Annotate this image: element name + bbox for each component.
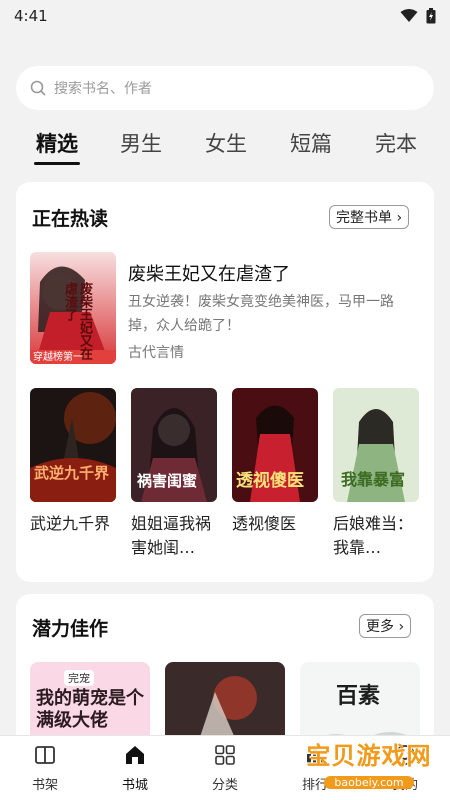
tab-selected[interactable]: 精选 [36,128,78,158]
watermark: 宝贝游戏网 baobeiy.com [294,736,444,789]
search-input[interactable]: 搜索书名、作者 [16,66,434,110]
book-item[interactable]: 武逆九千界 武逆九千界 [30,388,116,560]
book-cover-text: 百素 [336,684,381,709]
tab-male[interactable]: 男生 [120,128,162,158]
book-cover-text: 祸害闺蜜 [137,472,198,490]
section-title: 正在热读 [32,208,109,230]
featured-book-cover[interactable]: 废柴王妃又在虐渣了 穿越榜第一 [30,252,116,364]
book-cover-text: 我靠暴富 [341,470,406,489]
search-placeholder: 搜索书名、作者 [54,81,152,97]
nav-label: 分类 [211,778,238,793]
book-item[interactable]: 我靠暴富 后娘难当：我靠… [333,388,419,560]
book-cover-text: 我的萌宠是个满级大佬 [36,688,144,731]
book-title: 透视傻医 [232,514,297,533]
book-item[interactable]: 透视傻医 透视傻医 [232,388,318,560]
bookshelf-icon [35,746,55,764]
book-cover-text: 透视傻医 [236,471,304,491]
book-cover: 透视傻医 [232,388,318,502]
nav-label: 书架 [31,778,58,793]
book-cover: 祸害闺蜜 [131,388,217,502]
book-cover-text: 武逆九千界 [34,464,110,482]
search-icon [30,80,46,96]
tab-active-indicator [34,162,80,165]
book-cover: 武逆九千界 [30,388,116,502]
book-title: 武逆九千界 [30,514,111,533]
tab-completed[interactable]: 完本 [375,128,417,158]
book-title: 姐姐逼我祸害她闺… [131,514,212,557]
status-icons [400,8,436,24]
category-grid-icon [215,745,235,765]
book-cover-small-text: 完宠 [64,670,94,686]
tab-short[interactable]: 短篇 [290,128,332,158]
watermark-title: 宝贝游戏网 [306,742,432,770]
book-item[interactable]: 祸害闺蜜 姐姐逼我祸害她闺… [131,388,217,560]
wifi-icon [400,9,418,22]
nav-category[interactable]: 分类 [195,744,255,793]
more-button[interactable]: 更多 › [359,614,412,638]
tab-female[interactable]: 女生 [205,128,247,158]
full-booklist-button[interactable]: 完整书单 › [329,205,410,229]
nav-label: 书城 [121,778,148,793]
section-title: 潜力佳作 [32,618,109,640]
nav-bookstore[interactable]: 书城 [105,744,165,793]
battery-icon [426,8,436,24]
nav-bookshelf[interactable]: 书架 [15,744,75,793]
featured-book-title[interactable]: 废柴王妃又在虐渣了 [128,260,290,286]
category-tabs: 精选 男生 女生 短篇 完本 [0,126,450,166]
bookstore-home-icon [126,746,144,764]
featured-badge: 穿越榜第一 [33,352,83,363]
watermark-url: baobeiy.com [324,776,414,789]
featured-book-description: 丑女逆袭！废柴女竟变绝美神医，马甲一路掉，众人给跪了！ [128,294,394,334]
status-time: 4:41 [14,7,48,25]
status-bar: 4:41 [0,0,450,32]
hot-reading-section: 正在热读 完整书单 › 废柴王妃又在虐渣了 穿越榜第一 废柴王妃又在虐渣了 丑女… [16,182,434,582]
book-cover: 我靠暴富 [333,388,419,502]
book-title: 后娘难当：我靠… [333,514,414,557]
featured-book-genre: 古代言情 [128,345,184,361]
